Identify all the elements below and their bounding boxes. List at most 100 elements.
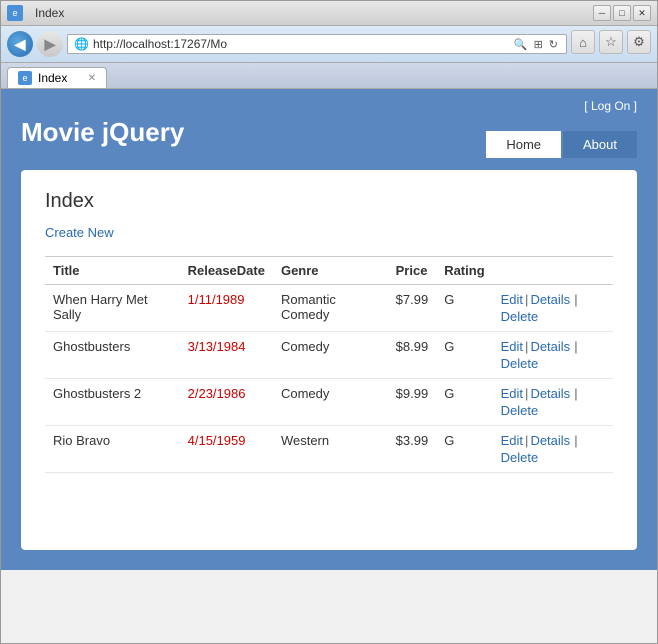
close-button[interactable]: ✕	[633, 5, 651, 21]
separator-2: |	[574, 433, 577, 448]
forward-button[interactable]: ▶	[37, 31, 63, 57]
minimize-button[interactable]: ─	[593, 5, 611, 21]
action-links: Edit | Details | Delete	[501, 339, 605, 371]
cell-rating: G	[436, 379, 492, 426]
title-bar: e Index ─ □ ✕	[1, 1, 657, 26]
tab-favicon: e	[18, 71, 32, 85]
col-price: Price	[388, 257, 437, 285]
separator-2: |	[574, 386, 577, 401]
cell-rating: G	[436, 332, 492, 379]
action-links: Edit | Details | Delete	[501, 386, 605, 418]
home-button[interactable]: ⌂	[571, 30, 595, 54]
col-actions	[493, 257, 613, 285]
cell-genre: Comedy	[273, 379, 388, 426]
nav-home-button[interactable]: Home	[486, 131, 561, 158]
address-bar: ◀ ▶ 🌐 http://localhost:17267/Mo 🔍 ⊞ ↻ ⌂ …	[1, 26, 657, 63]
cell-releasedate: 2/23/1986	[180, 379, 273, 426]
nav-about-button[interactable]: About	[563, 131, 637, 158]
col-genre: Genre	[273, 257, 388, 285]
separator-1: |	[525, 386, 528, 401]
col-title: Title	[45, 257, 180, 285]
browser-window: e Index ─ □ ✕ ◀ ▶ 🌐 http://localhost:172…	[0, 0, 658, 644]
browser-tab-index[interactable]: e Index ✕	[7, 67, 107, 88]
details-link[interactable]: Details	[530, 339, 570, 354]
separator-1: |	[525, 339, 528, 354]
back-button[interactable]: ◀	[7, 31, 33, 57]
app-title-nav: Movie jQuery Home About	[21, 117, 637, 158]
delete-link[interactable]: Delete	[501, 309, 539, 324]
separator-1: |	[525, 433, 528, 448]
app-header: [ Log On ] Movie jQuery Home About	[1, 89, 657, 158]
cell-title: Rio Bravo	[45, 426, 180, 473]
cell-releasedate: 3/13/1984	[180, 332, 273, 379]
cell-price: $7.99	[388, 285, 437, 332]
cell-title: Ghostbusters	[45, 332, 180, 379]
browser-content: [ Log On ] Movie jQuery Home About Index…	[1, 89, 657, 570]
cell-title: Ghostbusters 2	[45, 379, 180, 426]
title-bar-title: Index	[35, 6, 64, 20]
cell-actions: Edit | Details | Delete	[493, 285, 613, 332]
table-row: Ghostbusters 2 2/23/1986 Comedy $9.99 G …	[45, 379, 613, 426]
table-row: Ghostbusters 3/13/1984 Comedy $8.99 G Ed…	[45, 332, 613, 379]
cell-rating: G	[436, 285, 492, 332]
tab-label: Index	[38, 71, 67, 85]
col-releasedate: ReleaseDate	[180, 257, 273, 285]
cell-price: $9.99	[388, 379, 437, 426]
edit-link[interactable]: Edit	[501, 292, 523, 307]
action-links: Edit | Details | Delete	[501, 433, 605, 465]
movies-table: Title ReleaseDate Genre Price Rating Whe…	[45, 256, 613, 473]
table-body: When Harry Met Sally 1/11/1989 Romantic …	[45, 285, 613, 473]
settings-button[interactable]: ⚙	[627, 30, 651, 54]
cell-releasedate: 4/15/1959	[180, 426, 273, 473]
delete-link[interactable]: Delete	[501, 403, 539, 418]
content-panel: Index Create New Title ReleaseDate Genre…	[1, 158, 657, 570]
address-field[interactable]: 🌐 http://localhost:17267/Mo 🔍 ⊞ ↻	[67, 34, 567, 54]
action-links: Edit | Details | Delete	[501, 292, 605, 324]
create-new-link[interactable]: Create New	[45, 225, 114, 240]
details-link[interactable]: Details	[530, 433, 570, 448]
separator-2: |	[574, 292, 577, 307]
refresh-icon[interactable]: ↻	[547, 38, 560, 51]
log-on-bar: [ Log On ]	[21, 99, 637, 113]
tab-close-button[interactable]: ✕	[88, 73, 96, 84]
favicon: e	[7, 5, 23, 21]
delete-link[interactable]: Delete	[501, 356, 539, 371]
cell-genre: Comedy	[273, 332, 388, 379]
cell-actions: Edit | Details | Delete	[493, 332, 613, 379]
nav-buttons: Home About	[486, 131, 637, 158]
table-row: Rio Bravo 4/15/1959 Western $3.99 G Edit…	[45, 426, 613, 473]
compat-icon[interactable]: ⊞	[532, 38, 545, 51]
address-text: http://localhost:17267/Mo	[93, 37, 508, 51]
address-favicon: 🌐	[74, 37, 89, 51]
edit-link[interactable]: Edit	[501, 386, 523, 401]
delete-link[interactable]: Delete	[501, 450, 539, 465]
edit-link[interactable]: Edit	[501, 339, 523, 354]
details-link[interactable]: Details	[530, 386, 570, 401]
cell-price: $3.99	[388, 426, 437, 473]
log-on-link[interactable]: [ Log On ]	[584, 99, 637, 113]
app-title: Movie jQuery	[21, 117, 184, 158]
edit-link[interactable]: Edit	[501, 433, 523, 448]
page-title: Index	[45, 190, 613, 213]
cell-genre: Western	[273, 426, 388, 473]
window-controls: ─ □ ✕	[593, 5, 651, 21]
address-actions: 🔍 ⊞ ↻	[512, 38, 560, 51]
tab-bar: e Index ✕	[1, 63, 657, 89]
white-panel: Index Create New Title ReleaseDate Genre…	[21, 170, 637, 550]
search-address-icon[interactable]: 🔍	[512, 38, 530, 51]
cell-title: When Harry Met Sally	[45, 285, 180, 332]
details-link[interactable]: Details	[530, 292, 570, 307]
cell-actions: Edit | Details | Delete	[493, 426, 613, 473]
table-header: Title ReleaseDate Genre Price Rating	[45, 257, 613, 285]
title-bar-left: e Index	[7, 5, 64, 21]
table-row: When Harry Met Sally 1/11/1989 Romantic …	[45, 285, 613, 332]
toolbar-right: ⌂ ☆ ⚙	[571, 30, 651, 58]
maximize-button[interactable]: □	[613, 5, 631, 21]
cell-price: $8.99	[388, 332, 437, 379]
cell-actions: Edit | Details | Delete	[493, 379, 613, 426]
header-row: Title ReleaseDate Genre Price Rating	[45, 257, 613, 285]
cell-releasedate: 1/11/1989	[180, 285, 273, 332]
cell-genre: Romantic Comedy	[273, 285, 388, 332]
col-rating: Rating	[436, 257, 492, 285]
favorites-button[interactable]: ☆	[599, 30, 623, 54]
